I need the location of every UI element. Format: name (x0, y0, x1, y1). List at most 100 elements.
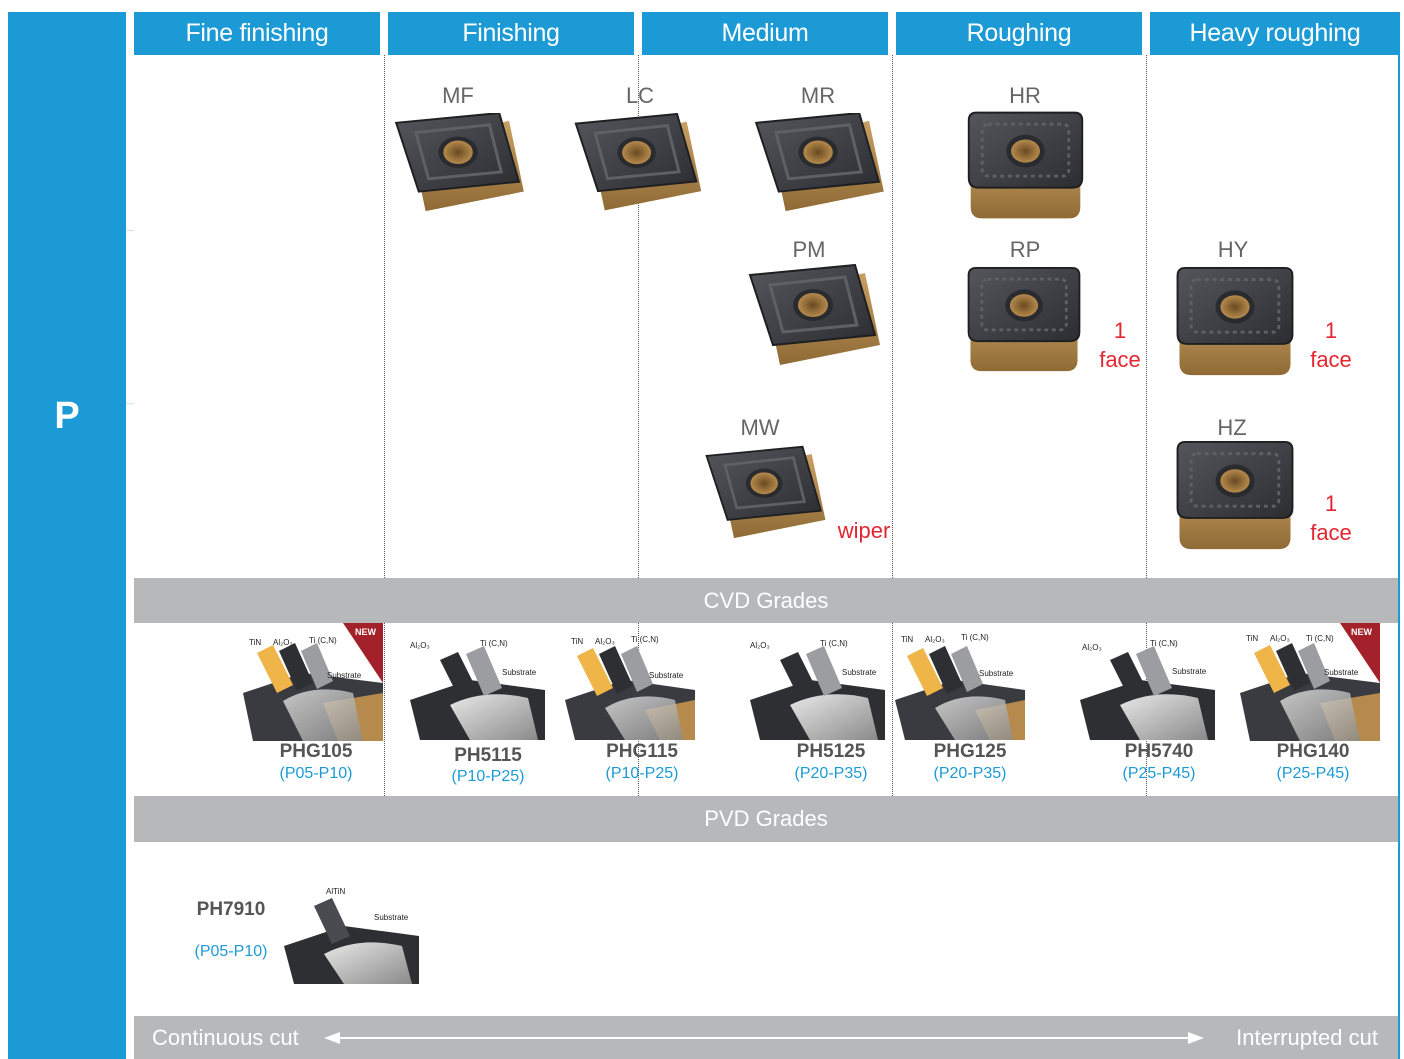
insert-hr-image (963, 110, 1088, 222)
layer-label-ticn: Ti (C,N) (631, 635, 659, 644)
row-separator (126, 403, 134, 404)
geometry-label-lc: LC (625, 83, 655, 108)
grade-name-ph7910: PH7910 (196, 899, 266, 920)
coating-illustration-phg105: TiN Al₂O₃ Ti (C,N) Substrate NEW (243, 623, 383, 741)
grade-range-ph5740: (P25-P45) (1122, 765, 1196, 782)
column-divider (892, 623, 893, 796)
coating-illustration-ph5125: Al₂O₃ Ti (C,N) Substrate (750, 639, 885, 740)
layer-label-ticn: Ti (C,N) (1150, 639, 1178, 648)
layer-label-al2o3: Al₂O₃ (595, 637, 615, 646)
layer-label-substrate: Substrate (327, 671, 362, 680)
coating-illustration-phg140: TiN Al₂O₃ Ti (C,N) Substrate NEW (1240, 623, 1380, 741)
layer-label-al2o3: Al₂O₃ (1082, 643, 1102, 652)
layer-label-tin: TiN (901, 635, 913, 644)
grade-range-ph7910: (P05-P10) (194, 943, 268, 960)
layer-label-tin: TiN (249, 638, 261, 647)
note-line: face (1310, 347, 1352, 372)
pvd-grades-bar: PVD Grades (134, 796, 1398, 842)
insert-lc-image (571, 113, 706, 221)
layer-label-al2o3: Al₂O₃ (410, 641, 430, 650)
layer-label-substrate: Substrate (649, 671, 684, 680)
header-finishing: Finishing (388, 12, 634, 55)
grade-name-ph5740: PH5740 (1124, 741, 1194, 762)
layer-label-substrate: Substrate (1172, 667, 1207, 676)
layer-label-al2o3: Al₂O₃ (925, 635, 945, 644)
layer-label-substrate: Substrate (979, 669, 1014, 678)
insert-hy-image (1166, 266, 1304, 378)
grade-range-phg105: (P05-P10) (279, 765, 353, 782)
geometry-label-mw: MW (740, 415, 780, 440)
geometry-label-hz: HZ (1217, 415, 1247, 440)
continuous-cut-label: Continuous cut (152, 1025, 299, 1050)
layer-label-ticn: Ti (C,N) (309, 636, 337, 645)
grade-range-ph5115: (P10-P25) (451, 768, 525, 785)
layer-label-substrate: Substrate (374, 913, 409, 922)
layer-label-tin: TiN (1246, 634, 1258, 643)
layer-label-ticn: Ti (C,N) (1306, 634, 1334, 643)
note-line: face (1310, 520, 1352, 545)
interrupted-cut-label: Interrupted cut (1236, 1025, 1378, 1050)
layer-label-al2o3: Al₂O₃ (750, 641, 770, 650)
material-group-label: P (54, 395, 80, 437)
grade-range-phg115: (P10-P25) (605, 765, 679, 782)
geometry-label-rp: RP (1009, 237, 1041, 262)
insert-mr-image (750, 113, 890, 221)
side-bar (8, 12, 126, 1059)
coating-illustration-ph7910: AlTiN Substrate (284, 887, 419, 984)
note-line: 1 (1324, 318, 1338, 343)
layer-label-ticn: Ti (C,N) (820, 639, 848, 648)
layer-label-ticn: Ti (C,N) (961, 633, 989, 642)
header-heavy-roughing: Heavy roughing (1150, 12, 1400, 55)
note-rp-one-face: 1 face (1090, 316, 1150, 374)
insert-hz-image (1166, 440, 1304, 552)
coating-illustration-ph5740: Al₂O₃ Ti (C,N) Substrate (1080, 639, 1215, 740)
layer-label-altin: AlTiN (326, 887, 345, 896)
grade-name-phg115: PHG115 (606, 741, 678, 762)
geometry-label-hy: HY (1217, 237, 1249, 262)
header-fine-finishing: Fine finishing (134, 12, 380, 55)
new-badge: NEW (355, 627, 377, 637)
grade-name-ph5115: PH5115 (454, 745, 522, 766)
geometry-label-mf: MF (442, 83, 474, 108)
right-border (1398, 55, 1400, 1059)
cut-condition-bar: Continuous cut Interrupted cut (134, 1016, 1398, 1059)
layer-label-substrate: Substrate (1324, 668, 1359, 677)
layer-label-tin: TiN (571, 637, 583, 646)
coating-illustration-ph5115: Al₂O₃ Ti (C,N) Substrate (410, 639, 545, 740)
layer-label-substrate: Substrate (842, 668, 877, 677)
coating-illustration-phg115: TiN Al₂O₃ Ti (C,N) Substrate (565, 635, 695, 740)
note-line: face (1099, 347, 1141, 372)
insert-pm-image (745, 264, 885, 376)
grade-name-phg140: PHG140 (1276, 741, 1350, 762)
double-arrow-icon (324, 1032, 1204, 1044)
note-line: 1 (1324, 491, 1338, 516)
layer-label-substrate: Substrate (502, 668, 537, 677)
geometry-label-mr: MR (800, 83, 836, 108)
note-line: 1 (1113, 318, 1127, 343)
grade-name-phg125: PHG125 (933, 741, 1007, 762)
row-separator (126, 230, 134, 231)
grade-name-ph5125: PH5125 (796, 741, 866, 762)
new-badge: NEW (1351, 627, 1373, 637)
note-hy-one-face: 1 face (1301, 316, 1361, 374)
grade-range-phg140: (P25-P45) (1276, 765, 1350, 782)
grade-range-phg125: (P20-P35) (933, 765, 1007, 782)
insert-rp-image (955, 266, 1093, 374)
column-divider (892, 55, 893, 578)
geometry-label-pm: PM (792, 237, 826, 262)
insert-mw-image (702, 444, 830, 550)
header-roughing: Roughing (896, 12, 1142, 55)
note-mw-wiper: wiper (837, 518, 891, 543)
note-hz-one-face: 1 face (1301, 489, 1361, 547)
column-divider (384, 55, 385, 578)
layer-label-al2o3: Al₂O₃ (273, 638, 293, 647)
coating-illustration-phg125: TiN Al₂O₃ Ti (C,N) Substrate (895, 633, 1025, 740)
layer-label-al2o3: Al₂O₃ (1270, 634, 1290, 643)
column-divider (384, 623, 385, 796)
grade-range-ph5125: (P20-P35) (794, 765, 868, 782)
insert-mf-image (390, 113, 530, 221)
header-medium: Medium (642, 12, 888, 55)
layer-label-ticn: Ti (C,N) (480, 639, 508, 648)
geometry-label-hr: HR (1009, 83, 1041, 108)
grade-name-phg105: PHG105 (279, 741, 353, 762)
